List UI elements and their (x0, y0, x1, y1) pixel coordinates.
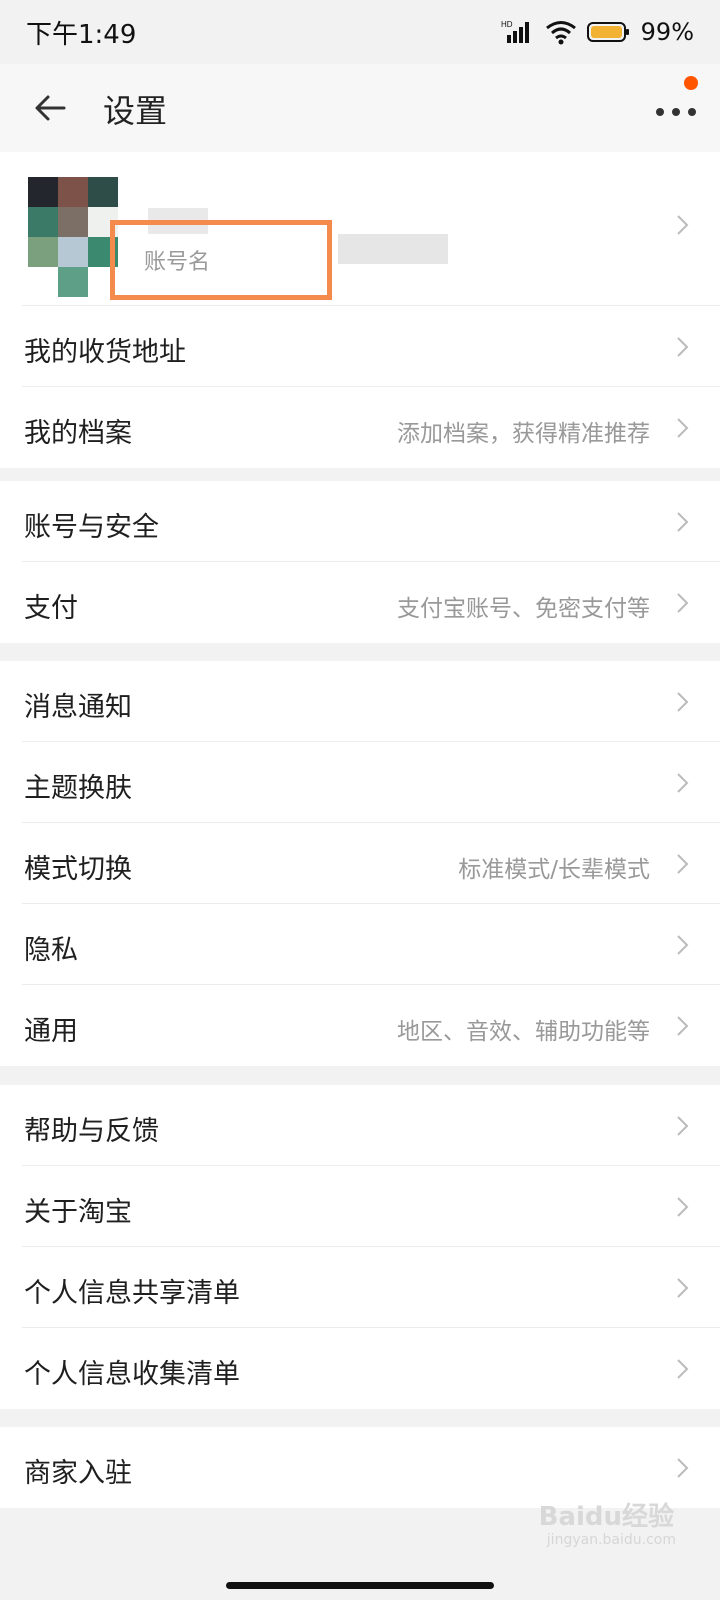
row-label: 隐私 (24, 935, 78, 966)
row-label: 主题换肤 (24, 773, 132, 804)
battery-icon (586, 22, 629, 42)
home-indicator[interactable] (226, 1582, 494, 1589)
row-label: 消息通知 (24, 692, 132, 723)
row-label: 通用 (24, 1016, 78, 1047)
row-hint: 标准模式/长辈模式 (458, 857, 650, 883)
row-payment[interactable]: 支付 支付宝账号、免密支付等 (0, 562, 720, 643)
row-account-security[interactable]: 账号与安全 (0, 481, 720, 562)
chevron-right-icon (677, 337, 689, 357)
chevron-right-icon (677, 1197, 689, 1217)
settings-group-preferences: 消息通知 主题换肤 模式切换 标准模式/长辈模式 隐私 通用 地区、音效、辅助功… (0, 661, 720, 1066)
chevron-right-icon (677, 1359, 689, 1379)
chevron-right-icon (677, 692, 689, 712)
row-mode-switch[interactable]: 模式切换 标准模式/长辈模式 (0, 823, 720, 904)
chevron-right-icon (677, 854, 689, 874)
row-label: 关于淘宝 (24, 1197, 132, 1228)
chevron-right-icon (677, 593, 689, 613)
row-label: 个人信息共享清单 (24, 1278, 240, 1309)
row-hint: 支付宝账号、免密支付等 (397, 596, 650, 622)
page-title: 设置 (103, 92, 168, 130)
battery-percent: 99% (640, 18, 694, 46)
status-time: 下午1:49 (26, 20, 137, 50)
chevron-right-icon (677, 1278, 689, 1298)
settings-group-account: 我的收货地址 我的档案 添加档案，获得精准推荐 (0, 306, 720, 468)
row-privacy[interactable]: 隐私 (0, 904, 720, 985)
chevron-right-icon (677, 1116, 689, 1136)
row-label: 我的收货地址 (24, 337, 186, 368)
chevron-right-icon (677, 1458, 689, 1478)
chevron-right-icon (677, 935, 689, 955)
row-label: 帮助与反馈 (24, 1116, 159, 1147)
row-label: 个人信息收集清单 (24, 1359, 240, 1390)
row-help-feedback[interactable]: 帮助与反馈 (0, 1085, 720, 1166)
watermark-url: jingyan.baidu.com (546, 1532, 676, 1548)
settings-group-about: 帮助与反馈 关于淘宝 个人信息共享清单 个人信息收集清单 (0, 1085, 720, 1409)
back-arrow-icon[interactable] (30, 88, 70, 128)
avatar (28, 177, 118, 297)
wifi-icon (545, 21, 576, 45)
row-hint: 添加档案，获得精准推荐 (397, 421, 650, 447)
profile-card[interactable]: 账号名 (0, 152, 720, 306)
row-info-sharing-list[interactable]: 个人信息共享清单 (0, 1247, 720, 1328)
chevron-right-icon (677, 418, 689, 438)
row-shipping-address[interactable]: 我的收货地址 (0, 306, 720, 387)
chevron-right-icon (677, 1016, 689, 1036)
row-label: 支付 (24, 593, 78, 624)
row-info-collection-list[interactable]: 个人信息收集清单 (0, 1328, 720, 1409)
svg-text:HD: HD (501, 20, 513, 29)
row-my-profile[interactable]: 我的档案 添加档案，获得精准推荐 (0, 387, 720, 468)
chevron-right-icon (677, 215, 689, 235)
status-icons: HD 99% (501, 14, 694, 50)
row-label: 商家入驻 (24, 1458, 132, 1489)
account-name-label: 账号名 (144, 250, 211, 275)
nav-bar: 设置 (0, 64, 720, 152)
row-label: 账号与安全 (24, 512, 159, 543)
blurred-username-extra (338, 234, 448, 264)
notification-dot (684, 76, 698, 90)
row-label: 模式切换 (24, 854, 132, 885)
more-options-icon[interactable] (654, 90, 698, 126)
chevron-right-icon (677, 773, 689, 793)
watermark: Baidu经验 (538, 1502, 674, 1532)
signal-icon: HD (501, 20, 529, 43)
row-notifications[interactable]: 消息通知 (0, 661, 720, 742)
row-label: 我的档案 (24, 418, 132, 449)
row-about-taobao[interactable]: 关于淘宝 (0, 1166, 720, 1247)
chevron-right-icon (677, 512, 689, 532)
status-bar: 下午1:49 HD 99% (0, 0, 720, 64)
row-general[interactable]: 通用 地区、音效、辅助功能等 (0, 985, 720, 1066)
row-theme[interactable]: 主题换肤 (0, 742, 720, 823)
row-hint: 地区、音效、辅助功能等 (397, 1019, 650, 1045)
settings-group-security: 账号与安全 支付 支付宝账号、免密支付等 (0, 481, 720, 643)
